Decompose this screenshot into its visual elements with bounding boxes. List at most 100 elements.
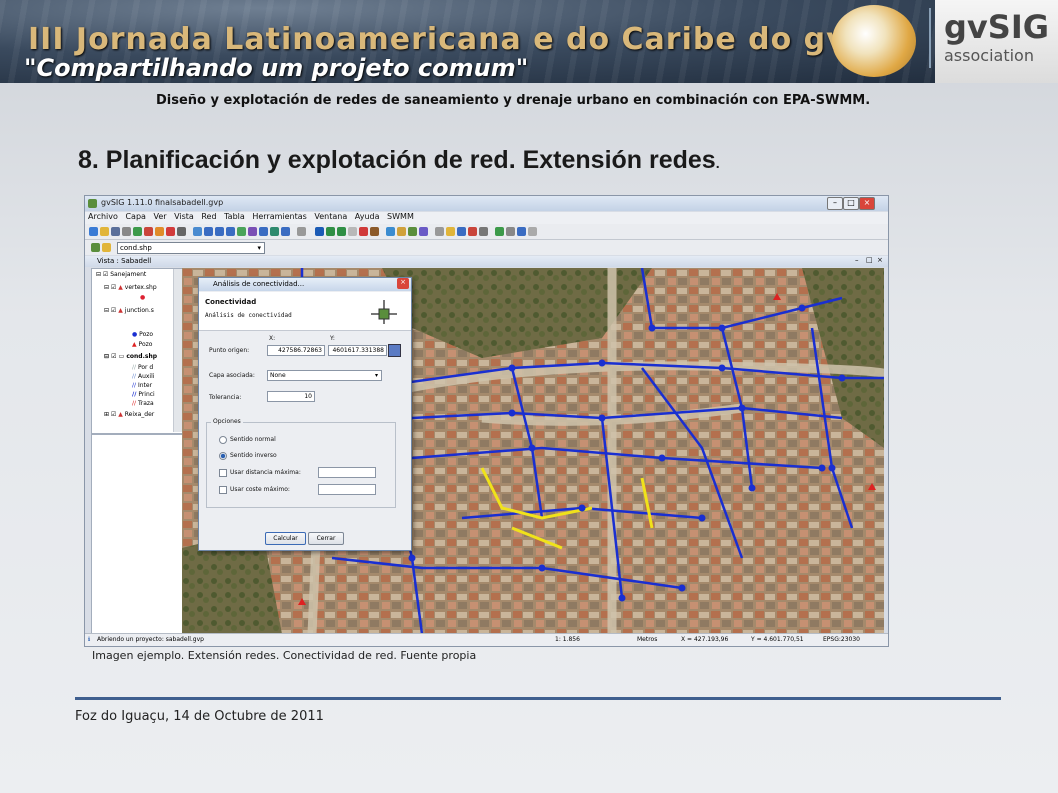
measure-icon[interactable] xyxy=(297,227,306,236)
view-minimize-icon[interactable]: – xyxy=(855,256,859,264)
clear-selection-icon[interactable] xyxy=(359,227,368,236)
toc-layer-cond[interactable]: ⊟ ☑ ▭ cond.shp xyxy=(104,353,157,360)
radio-normal[interactable] xyxy=(219,436,227,444)
print-icon[interactable] xyxy=(122,227,131,236)
close-window-button[interactable]: × xyxy=(859,197,875,210)
zoom-in-icon[interactable] xyxy=(204,227,213,236)
menu-red[interactable]: Red xyxy=(201,212,216,221)
menu-tabla[interactable]: Tabla xyxy=(224,212,245,221)
select-polygon-icon[interactable] xyxy=(348,227,357,236)
info-icon[interactable] xyxy=(193,227,202,236)
report-icon[interactable] xyxy=(506,227,515,236)
toc-root[interactable]: ⊟ ☑ Sanejament xyxy=(96,271,146,278)
legend-label: Princi xyxy=(138,391,155,398)
x-label: X: xyxy=(269,335,276,342)
refresh-icon[interactable] xyxy=(281,227,290,236)
remove-layer-icon[interactable] xyxy=(144,227,153,236)
menu-capa[interactable]: Capa xyxy=(125,212,145,221)
max-distance-label: Usar distancia máxima: xyxy=(230,469,301,476)
legend-label: Auxili xyxy=(137,373,155,380)
toc-layer-label: vertex.shp xyxy=(124,284,157,291)
menu-archivo[interactable]: Archivo xyxy=(88,212,118,221)
active-layer-value: cond.shp xyxy=(120,244,152,252)
window-title: gvSIG 1.11.0 finalsabadell.gvp xyxy=(101,198,224,207)
close-button[interactable]: Cerrar xyxy=(308,532,344,545)
new-project-icon[interactable] xyxy=(89,227,98,236)
menu-swmm[interactable]: SWMM xyxy=(387,212,414,221)
max-distance-input[interactable] xyxy=(318,467,376,478)
graph-icon[interactable] xyxy=(517,227,526,236)
export-icon[interactable] xyxy=(446,227,455,236)
select-rect-icon[interactable] xyxy=(337,227,346,236)
menu-ver[interactable]: Ver xyxy=(153,212,166,221)
calculate-button[interactable]: Calcular xyxy=(265,532,306,545)
figure-caption: Imagen ejemplo. Extensión redes. Conecti… xyxy=(92,649,477,662)
status-message: Abriendo un proyecto: sabadell.gvp xyxy=(97,636,204,643)
slide-heading: 8. Planificación y explotación de red. E… xyxy=(78,146,720,175)
toc-root-label: Sanejament xyxy=(110,271,147,278)
radio-inverse[interactable] xyxy=(219,452,227,460)
settings-icon[interactable] xyxy=(479,227,488,236)
window-titlebar: gvSIG 1.11.0 finalsabadell.gvp – □ × xyxy=(85,196,888,211)
table-icon[interactable] xyxy=(155,227,164,236)
network-flag-icon[interactable] xyxy=(386,227,395,236)
line-symbol-icon: ∕∕ xyxy=(132,391,137,398)
dialog-header: Conectividad Análisis de conectividad xyxy=(199,292,411,331)
pan-icon[interactable] xyxy=(248,227,257,236)
save-icon[interactable] xyxy=(111,227,120,236)
origin-x-input[interactable]: 427586.72863 xyxy=(267,345,325,356)
zoom-layer-icon[interactable] xyxy=(270,227,279,236)
menu-ayuda[interactable]: Ayuda xyxy=(355,212,380,221)
tolerance-input[interactable]: 10 xyxy=(267,391,315,402)
toc-layer-junction[interactable]: ⊟ ☑ ▲ junction.s xyxy=(104,307,154,314)
zoom-window-icon[interactable] xyxy=(226,227,235,236)
slide-subtitle: Diseño y explotación de redes de saneami… xyxy=(156,93,871,108)
toc-scrollbar[interactable] xyxy=(173,269,182,432)
dialog-title: Análisis de conectividad... xyxy=(213,280,305,288)
view-maximize-icon[interactable]: □ xyxy=(866,256,873,264)
delete-icon[interactable] xyxy=(468,227,477,236)
target-icon[interactable] xyxy=(166,227,175,236)
footer-divider xyxy=(75,697,1001,700)
max-cost-input[interactable] xyxy=(318,484,376,495)
menu-vista[interactable]: Vista xyxy=(174,212,194,221)
zoom-previous-icon[interactable] xyxy=(259,227,268,236)
maximize-button[interactable]: □ xyxy=(843,197,859,210)
run-icon[interactable] xyxy=(495,227,504,236)
pointer-icon[interactable] xyxy=(370,227,379,236)
info-tool-icon[interactable] xyxy=(315,227,324,236)
tool-extra-icon[interactable] xyxy=(528,227,537,236)
toc-layer-vertex[interactable]: ⊟ ☑ ▲ vertex.shp xyxy=(104,284,157,291)
menu-ventana[interactable]: Ventana xyxy=(314,212,347,221)
zoom-extent-icon[interactable] xyxy=(237,227,246,236)
origin-y-input[interactable]: 4601617.331388 xyxy=(328,345,387,356)
max-distance-checkbox[interactable] xyxy=(219,469,227,477)
legend-label: Pozo xyxy=(138,341,153,348)
dialog-close-icon[interactable]: × xyxy=(397,278,409,289)
table-tools-icon[interactable] xyxy=(435,227,444,236)
scale-value[interactable]: 1: 1.856 xyxy=(555,636,580,643)
toc-layer-reixa[interactable]: ⊞ ☑ ▲ Reixa_der xyxy=(104,411,154,418)
shortest-path-icon[interactable] xyxy=(397,227,406,236)
origin-label: Punto origen: xyxy=(209,347,250,354)
add-layer-icon[interactable] xyxy=(133,227,142,236)
edit-icon[interactable] xyxy=(177,227,186,236)
connectivity-icon[interactable] xyxy=(408,227,417,236)
max-cost-checkbox[interactable] xyxy=(219,486,227,494)
edit-layer-icon[interactable] xyxy=(91,243,100,252)
slide-heading-text: 8. Planificación y explotación de red. E… xyxy=(78,146,716,174)
pick-point-icon[interactable] xyxy=(388,344,401,357)
layer-folder-icon[interactable] xyxy=(102,243,111,252)
swmm-icon[interactable] xyxy=(457,227,466,236)
x-coordinate: X = 427.193,96 xyxy=(681,636,729,643)
menu-herramientas[interactable]: Herramientas xyxy=(252,212,307,221)
zoom-out-icon[interactable] xyxy=(215,227,224,236)
active-layer-select[interactable]: cond.shp ▾ xyxy=(117,242,265,254)
layer-select[interactable]: None ▾ xyxy=(267,370,382,381)
select-point-icon[interactable] xyxy=(326,227,335,236)
service-area-icon[interactable] xyxy=(419,227,428,236)
open-project-icon[interactable] xyxy=(100,227,109,236)
layer-symbol-icon: ▲ xyxy=(118,284,123,291)
view-close-icon[interactable]: × xyxy=(877,256,883,264)
minimize-button[interactable]: – xyxy=(827,197,843,210)
